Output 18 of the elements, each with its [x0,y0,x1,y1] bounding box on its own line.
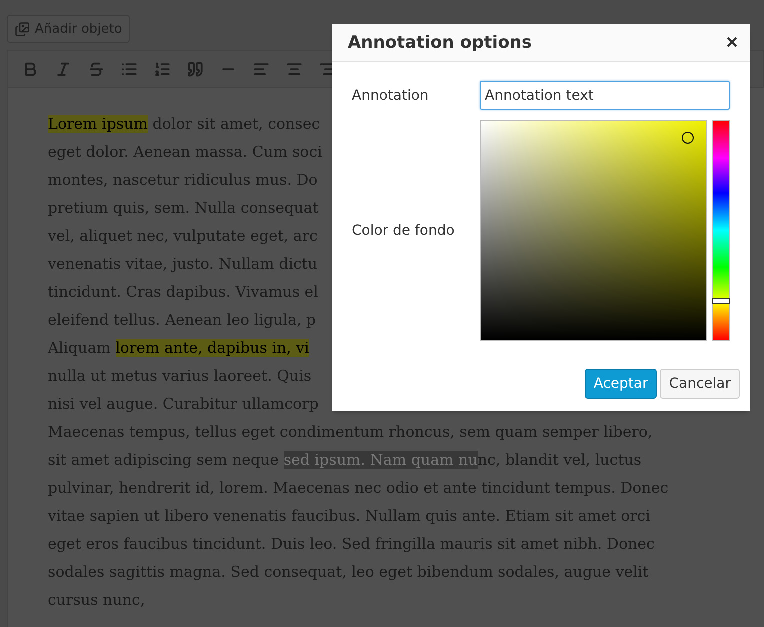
numbered-list-icon[interactable] [154,60,170,78]
field-label: Color de fondo [352,222,456,238]
bullet-list-icon[interactable] [120,60,138,78]
align-left-icon[interactable] [252,60,270,78]
cancel-button[interactable]: Cancelar [660,369,740,399]
color-area[interactable] [480,120,707,341]
field-label: Annotation [352,88,430,104]
italic-icon[interactable] [54,60,72,78]
close-button[interactable]: × [726,32,738,52]
align-center-icon[interactable] [286,60,302,78]
annotation-field[interactable]: Annotation text [480,81,730,110]
color-marker[interactable] [682,132,694,144]
strikethrough-icon[interactable] [88,60,104,78]
hue-slider[interactable] [712,120,730,341]
media-icon [15,22,30,36]
hue-thumb[interactable] [712,298,730,304]
dialog-title: Annotation options [348,32,532,52]
quote-icon[interactable] [186,60,204,78]
